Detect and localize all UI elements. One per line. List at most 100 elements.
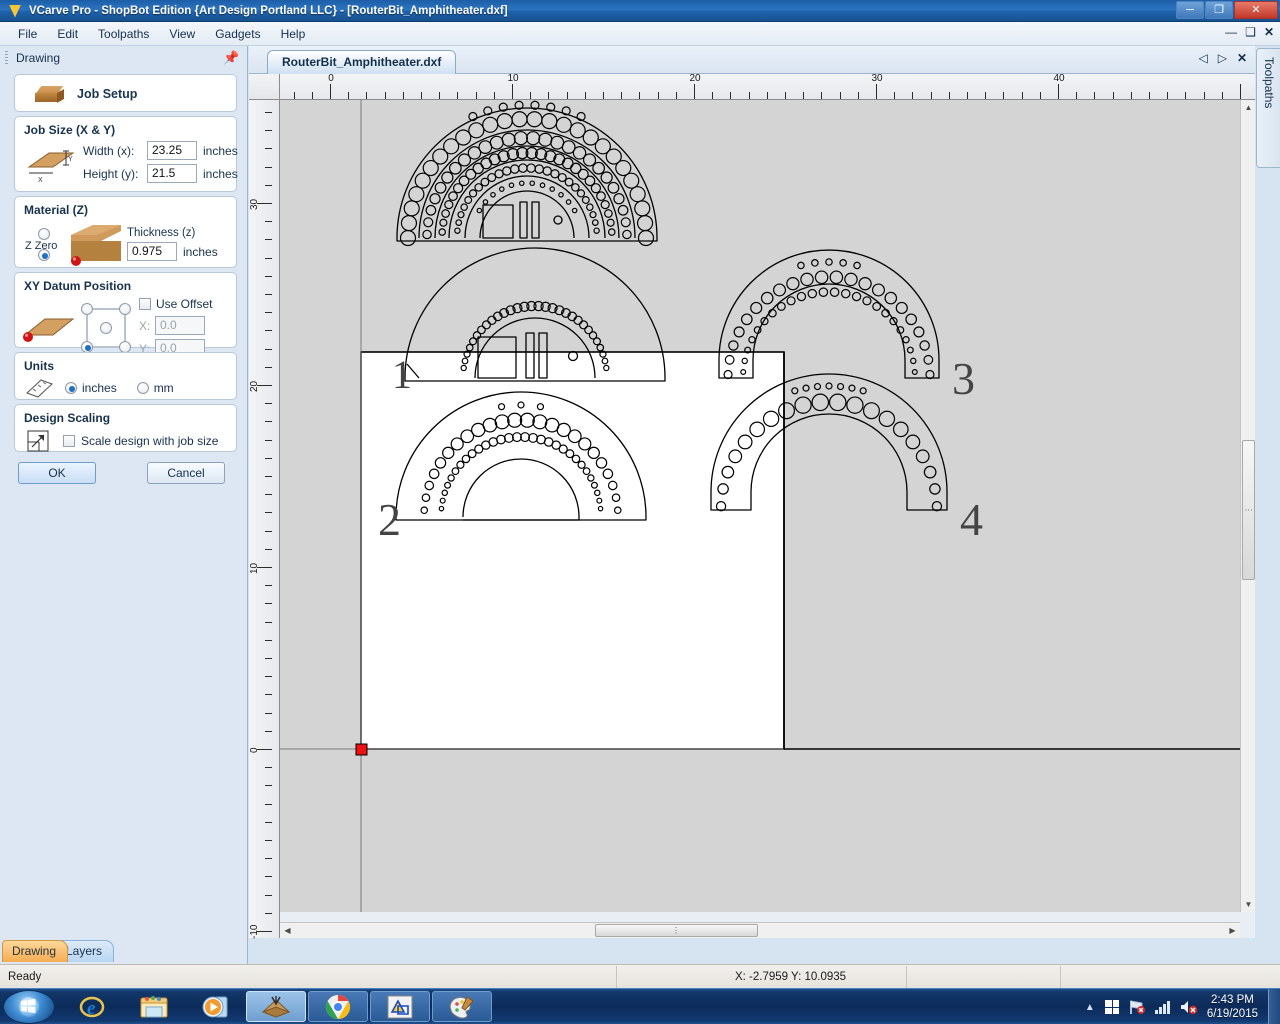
shape-label-1: 1	[392, 352, 412, 397]
units-title: Units	[24, 359, 54, 373]
datum-top-left-radio[interactable]	[81, 302, 93, 315]
taskbar-vcarve-pro-icon[interactable]	[246, 991, 306, 1022]
pin-icon[interactable]: 📌	[223, 50, 239, 66]
menu-file[interactable]: File	[8, 24, 47, 44]
dock-grip[interactable]	[5, 51, 8, 65]
cancel-button[interactable]: Cancel	[147, 462, 225, 484]
zzero-bottom-radio[interactable]	[38, 248, 50, 261]
svg-text:e: e	[87, 998, 96, 1019]
datum-center-radio[interactable]	[100, 321, 112, 334]
window-title: VCarve Pro - ShopBot Edition {Art Design…	[29, 4, 508, 17]
drawing-canvas-area: 0 10 20 30 40 30 20 10 0 -10 1 2 3 4 ▲ ⋮…	[249, 73, 1255, 939]
job-setup-header[interactable]: Job Setup	[14, 74, 237, 112]
maximize-button[interactable]: ❐	[1205, 1, 1233, 19]
taskbar-google-chrome-icon[interactable]	[308, 991, 368, 1022]
material-block-icon	[67, 221, 123, 267]
vcarve-logo-icon	[7, 4, 23, 18]
triangle-right-icon[interactable]: ▷	[1218, 51, 1227, 65]
job-size-panel: Job Size (X & Y) Y X Width (x): 23.25 in…	[14, 116, 238, 192]
close-button[interactable]: ✕	[1234, 1, 1278, 19]
flag-icon[interactable]	[1104, 999, 1120, 1015]
units-inches-radio[interactable]	[65, 382, 77, 394]
vertical-ruler: 30 20 10 0 -10	[249, 100, 280, 939]
ok-button[interactable]: OK	[18, 462, 96, 484]
status-message: Ready	[8, 970, 42, 983]
speaker-muted-icon[interactable]	[1180, 999, 1198, 1015]
material-box-icon	[34, 84, 65, 104]
menu-help[interactable]: Help	[271, 24, 316, 44]
width-input[interactable]: 23.25	[147, 141, 197, 160]
job-setup-label: Job Setup	[77, 87, 138, 101]
taskbar-internet-explorer-icon[interactable]: e	[62, 991, 122, 1022]
taskbar-clock[interactable]: 2:43 PM 6/19/2015	[1207, 993, 1258, 1021]
mdi-minimize-button[interactable]: ―	[1225, 25, 1237, 39]
svg-text:X: X	[38, 177, 43, 183]
menu-view[interactable]: View	[159, 24, 205, 44]
height-input[interactable]: 21.5	[147, 164, 197, 183]
scroll-right-arrow[interactable]: ▶	[1225, 923, 1240, 938]
datum-top-right-radio[interactable]	[119, 302, 131, 315]
scroll-left-arrow[interactable]: ◀	[280, 923, 295, 938]
units-panel: Units inches mm	[14, 352, 237, 400]
thickness-input[interactable]: 0.975	[127, 242, 177, 261]
scroll-up-arrow[interactable]: ▲	[1241, 100, 1256, 115]
scroll-down-arrow[interactable]: ▼	[1241, 897, 1256, 912]
use-offset-checkbox[interactable]	[139, 298, 151, 310]
offset-x-input[interactable]: 0.0	[155, 316, 205, 335]
toolpaths-tab-label: Toolpaths	[1262, 57, 1276, 109]
taskbar-media-player-icon[interactable]	[186, 991, 246, 1022]
thickness-label: Thickness (z)	[127, 227, 196, 239]
chevron-up-icon[interactable]: ▲	[1085, 1002, 1095, 1013]
system-tray: ▲ 2:43 PM 6/19/2015	[1085, 989, 1258, 1024]
application-window: VCarve Pro - ShopBot Edition {Art Design…	[0, 0, 1280, 1024]
taskbar-file-explorer-icon[interactable]	[124, 991, 184, 1022]
close-icon[interactable]: ✕	[1237, 51, 1247, 65]
width-units: inches	[203, 143, 238, 158]
taskbar-paint-icon[interactable]	[432, 991, 492, 1022]
status-coordinates: X: -2.7959 Y: 10.0935	[735, 970, 847, 983]
show-desktop-button[interactable]	[1268, 989, 1280, 1024]
material-panel: Material (Z) Z Zero Thickness (z) 0.975 …	[14, 196, 237, 268]
windows-start-orb-icon[interactable]	[3, 990, 55, 1024]
triangle-left-icon[interactable]: ◁	[1198, 51, 1207, 65]
clock-time: 2:43 PM	[1211, 994, 1254, 1006]
action-center-flag-icon[interactable]	[1129, 999, 1145, 1015]
menu-gadgets[interactable]: Gadgets	[205, 24, 270, 44]
datum-grid	[77, 300, 135, 356]
scale-design-checkbox[interactable]	[63, 435, 75, 447]
document-tab[interactable]: RouterBit_Amphitheater.dxf	[267, 50, 457, 74]
taskbar-partworks-icon[interactable]	[370, 991, 430, 1022]
width-label: Width (x):	[83, 143, 135, 158]
scale-design-label: Scale design with job size	[81, 434, 219, 448]
ruler-icon	[25, 378, 55, 398]
drawing-viewport[interactable]: 1 2 3 4	[280, 100, 1240, 912]
mdi-restore-button[interactable]: ❑	[1245, 25, 1256, 39]
scroll-h-thumb[interactable]: ⋮	[595, 924, 758, 937]
xy-datum-title: XY Datum Position	[24, 279, 132, 293]
slab-xy-icon: Y X	[23, 145, 77, 183]
document-tab-strip: RouterBit_Amphitheater.dxf ◁ ▷ ✕	[249, 46, 1255, 74]
tab-drawing[interactable]: Drawing	[2, 940, 69, 962]
network-bars-icon[interactable]	[1154, 999, 1171, 1015]
design-scaling-title: Design Scaling	[24, 411, 111, 425]
minimize-button[interactable]: ─	[1176, 1, 1204, 19]
canvas-vertical-scrollbar[interactable]: ▲ ⋮ ▼	[1240, 100, 1255, 912]
dock-header: Drawing 📌	[0, 46, 247, 70]
units-inches-label: inches	[82, 381, 117, 395]
menu-edit[interactable]: Edit	[47, 24, 88, 44]
job-size-title: Job Size (X & Y)	[24, 123, 116, 137]
menu-toolpaths[interactable]: Toolpaths	[88, 24, 159, 44]
scroll-v-thumb[interactable]: ⋮	[1242, 440, 1255, 580]
toolpaths-side-tab[interactable]: Toolpaths	[1256, 48, 1280, 168]
ruler-corner	[249, 74, 280, 100]
mdi-close-button[interactable]: ✕	[1264, 25, 1274, 39]
datum-bottom-right-radio[interactable]	[119, 340, 131, 353]
datum-bottom-left-radio[interactable]	[81, 340, 93, 353]
zzero-top-radio[interactable]	[38, 227, 50, 240]
units-mm-radio[interactable]	[136, 382, 149, 394]
title-bar: VCarve Pro - ShopBot Edition {Art Design…	[0, 0, 1280, 22]
panel-tab-bar: Drawing Layers	[0, 938, 248, 964]
shape-label-4: 4	[960, 494, 983, 545]
canvas-horizontal-scrollbar[interactable]: ◀ ⋮ ▶	[280, 922, 1240, 938]
xy-datum-panel: XY Datum Position Use Offset X: 0.0 Y: 0…	[14, 272, 237, 358]
